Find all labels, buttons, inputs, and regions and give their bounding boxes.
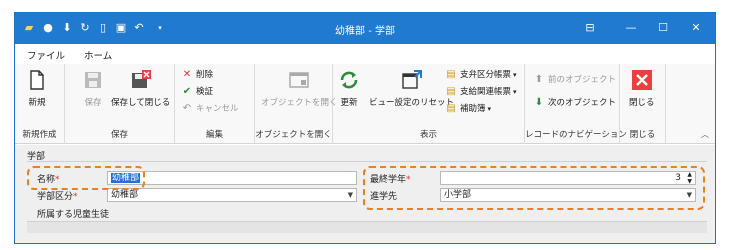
next-object-label: 次のオブジェクト bbox=[548, 98, 617, 108]
save-close-button[interactable]: 保存して閉じる bbox=[111, 68, 170, 108]
save-label: 保存 bbox=[84, 98, 102, 108]
group-save: 保存 保存して閉じる 保存 bbox=[65, 64, 175, 144]
delete-x-icon: ✕ bbox=[182, 69, 192, 80]
check-icon: ✔ bbox=[182, 86, 192, 97]
open-object-label: オブジェクトを開く bbox=[261, 98, 338, 108]
title-bar: ▰ ● ⬇ ↻ ▯ ▣ ↶ ▾ 幼稚部 - 学部 ⊟ — ☐ ✕ bbox=[15, 13, 715, 44]
dept-select[interactable]: 幼稚部 ▼ bbox=[107, 188, 357, 202]
group-label-save: 保存 bbox=[110, 130, 128, 140]
group-label-edit: 編集 bbox=[205, 130, 223, 140]
cancel-button[interactable]: ↶ キャンセル bbox=[181, 102, 239, 116]
form-content: 学部 名称* 幼稚部 学部区分* 幼稚部 ▼ 最終学年* 3 ▲ ▼ 進学先 小学部 ▼… bbox=[15, 145, 715, 243]
refresh-arrows-icon bbox=[340, 71, 358, 89]
delete-label: 削除 bbox=[196, 70, 214, 80]
ribbon: 新規 新規作成 保存 保存して閉じる 保存 ✕ 削除 ✔ 検証 ↶ キャンセル 編集 bbox=[15, 64, 715, 144]
delete-button[interactable]: ✕ 削除 bbox=[181, 68, 213, 82]
refresh-button[interactable]: 更新 bbox=[337, 68, 361, 108]
close-window-icon[interactable]: ✕ bbox=[686, 19, 706, 37]
group-label-close: 閉じる bbox=[629, 130, 656, 140]
chevron-down-icon: ▾ bbox=[513, 71, 517, 79]
undo-arrow-icon: ↶ bbox=[182, 103, 192, 114]
app-window: ▰ ● ⬇ ↻ ▯ ▣ ↶ ▾ 幼稚部 - 学部 ⊟ — ☐ ✕ ファイル ホー… bbox=[14, 12, 716, 244]
view-reset-icon bbox=[401, 70, 422, 89]
window-title: 幼稚部 - 学部 bbox=[335, 26, 395, 37]
verify-label: 検証 bbox=[196, 87, 214, 97]
verify-button[interactable]: ✔ 検証 bbox=[181, 85, 213, 99]
group-close: 閉じる 閉じる bbox=[620, 64, 666, 144]
chevron-down-icon: ▾ bbox=[487, 105, 492, 113]
save-close-icon bbox=[131, 70, 151, 88]
group-open-object: オブジェクトを開く オブジェクトを開く bbox=[255, 64, 338, 144]
save-button[interactable]: 保存 bbox=[81, 68, 105, 108]
dept-value: 幼稚部 bbox=[111, 190, 139, 200]
ledger-icon: ▤ bbox=[446, 69, 456, 80]
ledger-icon: ▤ bbox=[446, 86, 456, 97]
open-window-icon bbox=[289, 72, 309, 88]
collapse-ribbon-icon[interactable]: ︿ bbox=[701, 129, 709, 140]
restore-layout-icon[interactable]: ⊟ bbox=[580, 19, 600, 37]
required-mark: * bbox=[73, 192, 78, 202]
down-circle-icon: ⬇ bbox=[534, 97, 544, 108]
group-new-create: 新規 新規作成 bbox=[15, 64, 65, 144]
close-x-icon bbox=[631, 70, 652, 90]
students-toolbar bbox=[27, 221, 707, 233]
up-circle-icon: ⬆ bbox=[534, 74, 544, 85]
new-button[interactable]: 新規 bbox=[25, 68, 49, 108]
view-reset-button[interactable]: ビュー設定のリセット bbox=[369, 68, 454, 108]
name-highlight-box bbox=[27, 166, 145, 190]
new-document-icon bbox=[30, 70, 44, 90]
chevron-down-icon: ▾ bbox=[513, 88, 517, 96]
supply-ledger-button[interactable]: ▤ 支給関連帳票 ▾ bbox=[445, 85, 517, 99]
minimize-icon[interactable]: — bbox=[621, 19, 641, 37]
ledger-icon: ▤ bbox=[446, 103, 456, 114]
view-reset-label: ビュー設定のリセット bbox=[369, 98, 455, 108]
branch-ledger-label: 支弁区分帳票 bbox=[460, 70, 512, 80]
group-label-display: 表示 bbox=[419, 130, 437, 140]
tab-file[interactable]: ファイル bbox=[27, 48, 65, 62]
new-label: 新規 bbox=[28, 98, 46, 108]
group-label-open-object: オブジェクトを開く bbox=[255, 130, 332, 140]
group-label-record-nav: レコードのナビゲーション bbox=[525, 130, 627, 140]
close-button[interactable]: 閉じる bbox=[629, 68, 655, 108]
group-edit: ✕ 削除 ✔ 検証 ↶ キャンセル 編集 bbox=[175, 64, 255, 144]
cancel-label: キャンセル bbox=[196, 104, 239, 114]
grade-highlight-box bbox=[363, 166, 705, 210]
chevron-down-icon: ▼ bbox=[347, 191, 353, 199]
supply-ledger-label: 支給関連帳票 bbox=[460, 87, 512, 97]
maximize-icon[interactable]: ☐ bbox=[653, 19, 673, 37]
dept-label: 学部区分* bbox=[37, 189, 78, 202]
save-close-label: 保存して閉じる bbox=[111, 98, 171, 108]
prev-object-button[interactable]: ⬆ 前のオブジェクト bbox=[533, 73, 616, 87]
close-label: 閉じる bbox=[629, 98, 655, 108]
branch-ledger-button[interactable]: ▤ 支弁区分帳票 ▾ bbox=[445, 68, 517, 82]
open-object-button[interactable]: オブジェクトを開く bbox=[261, 68, 338, 108]
aux-book-label: 補助簿 bbox=[460, 104, 486, 114]
dept-label-text: 学部区分 bbox=[37, 192, 74, 202]
section-divider bbox=[27, 161, 707, 162]
group-label-new-create: 新規作成 bbox=[22, 130, 57, 140]
students-label: 所属する児童生徒 bbox=[37, 210, 110, 220]
save-disk-icon bbox=[85, 72, 101, 88]
prev-object-label: 前のオブジェクト bbox=[548, 75, 617, 85]
aux-book-button[interactable]: ▤ 補助簿 ▾ bbox=[445, 102, 491, 116]
next-object-button[interactable]: ⬇ 次のオブジェクト bbox=[533, 96, 616, 110]
group-record-nav: ⬆ 前のオブジェクト ⬇ 次のオブジェクト レコードのナビゲーション bbox=[525, 64, 627, 144]
menu-tabs: ファイル ホーム bbox=[15, 44, 715, 66]
group-display: 更新 ビュー設定のリセット ▤ 支弁区分帳票 ▾ ▤ 支給関連帳票 ▾ ▤ 補助簿 ▾ 表示 bbox=[333, 64, 525, 144]
refresh-label: 更新 bbox=[340, 98, 358, 108]
